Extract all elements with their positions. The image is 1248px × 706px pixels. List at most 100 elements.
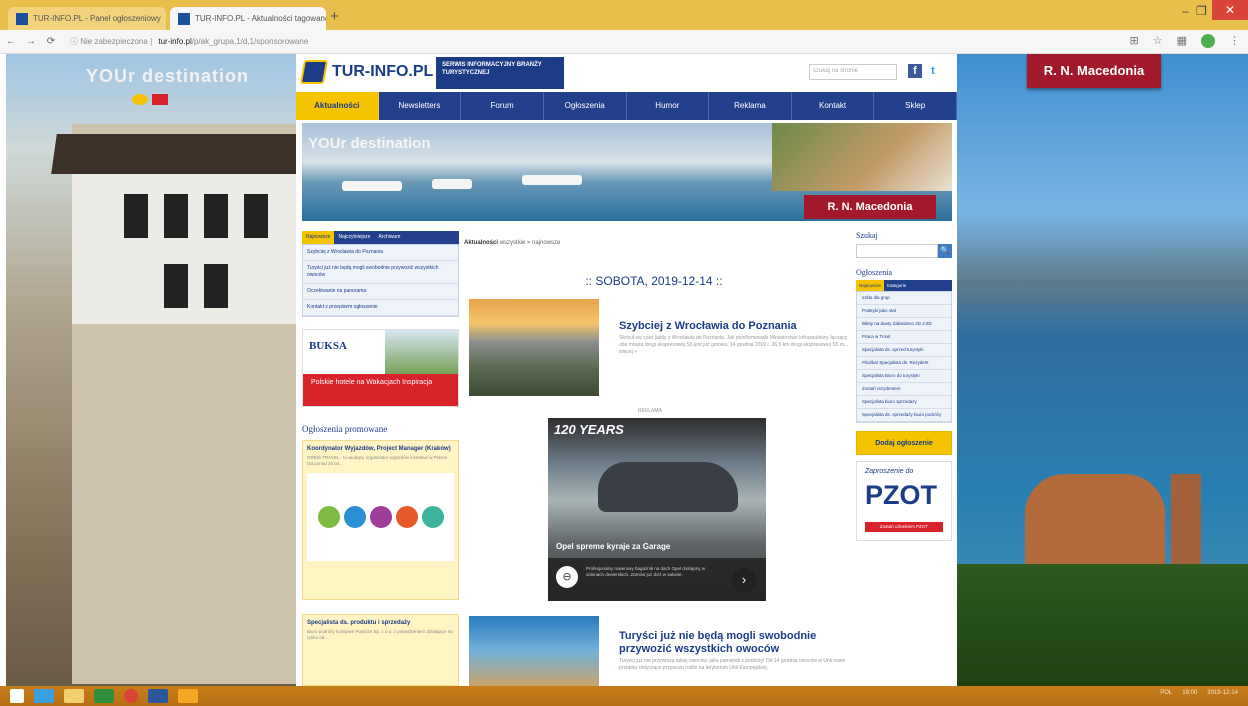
list-item[interactable]: Bilety na duety Żabiedeno 2D 2.5D (857, 318, 951, 331)
top-banner-ad[interactable]: YOUr destination R. N. Macedonia (302, 123, 952, 221)
tab-najnowsze[interactable]: Najnowsze (856, 280, 885, 291)
pzot-link[interactable]: Zostań członkiem PZOT (865, 522, 943, 532)
tab-najczytniejsze[interactable]: Najczytniejsze (334, 231, 374, 244)
browser-toolbar: ← → ⟳ ⓘ Nie zabezpieczona | tur-info.pl … (0, 30, 1248, 54)
ie-icon[interactable] (34, 689, 54, 703)
breadcrumb-rest[interactable]: wszystkie » najnowsze (500, 240, 561, 246)
opel-ad[interactable]: 120 YEARS Opel spreme kyraje za Garage ⊖… (548, 418, 766, 601)
list-item[interactable]: Pilot/ka/ Specjalista ds. Rezydent (857, 357, 951, 370)
twitter-icon[interactable]: t (926, 64, 940, 78)
menu-item-newsletters[interactable]: Newsletters (379, 92, 462, 120)
list-item[interactable]: szkło dla grup (857, 292, 951, 305)
menu-icon[interactable]: ⋮ (1229, 34, 1240, 48)
list-item[interactable]: Specjalista biuro sprzedaży (857, 396, 951, 409)
menu-item-aktualnosci[interactable]: Aktualności (296, 92, 379, 120)
menu-item-humor[interactable]: Humor (627, 92, 710, 120)
list-item[interactable]: Praktyki jako stał (857, 305, 951, 318)
side-search: 🔍 (856, 244, 952, 258)
reload-button[interactable]: ⟳ (42, 36, 60, 47)
list-item[interactable]: Kontakt z przepisem ogłoszenie (303, 300, 458, 316)
store-icon[interactable] (94, 689, 114, 703)
logo-circle-icon (395, 506, 418, 528)
menu-item-sklep[interactable]: Sklep (874, 92, 957, 120)
list-item[interactable]: Turyści już nie będą mogli swobodnie prz… (303, 261, 458, 284)
chrome-icon[interactable] (124, 689, 138, 703)
banner-destination-text: YOUr destination (308, 135, 431, 152)
side-search-input[interactable] (856, 244, 938, 258)
translate-icon[interactable]: ⊞ (1130, 34, 1139, 48)
word-icon[interactable] (148, 689, 168, 703)
macedonia-badge[interactable]: R. N. Macedonia (1027, 54, 1161, 88)
forward-button[interactable]: → (22, 36, 40, 47)
menu-item-kontakt[interactable]: Kontakt (792, 92, 875, 120)
arrow-right-icon[interactable]: › (732, 568, 756, 592)
back-button[interactable]: ← (2, 36, 20, 47)
job-title[interactable]: Koordynator Wyjazdów, Project Manager (K… (307, 445, 454, 453)
lang-indicator[interactable]: POL (1160, 690, 1172, 696)
buksa-ad[interactable]: BUKSA Polskie hotele na Wakacjach Inspir… (302, 329, 459, 407)
favicon-icon (178, 12, 190, 25)
tab-najnowsze[interactable]: Najnowsze (302, 231, 335, 244)
site-header: TUR-INFO.PL SERWIS INFORMACYJNY BRANŻY T… (296, 54, 957, 92)
article-image[interactable] (469, 616, 599, 686)
list-item[interactable]: Oczekiwanie na panorama (303, 284, 458, 300)
list-item[interactable]: Zostań rezydentem (857, 383, 951, 396)
boat-shape (522, 175, 582, 185)
job-logo (307, 473, 454, 561)
browser-tab[interactable]: TUR-INFO.PL - Panel ogłoszeniowy × (8, 7, 166, 30)
facebook-icon[interactable]: f (908, 64, 922, 78)
minimize-button[interactable]: – (1182, 4, 1189, 18)
article-image[interactable] (469, 299, 599, 396)
favicon-icon (16, 12, 28, 25)
close-tab-icon[interactable]: × (161, 14, 166, 23)
header-search-input[interactable]: szukaj na stronie (809, 64, 897, 80)
site-logo[interactable]: TUR-INFO.PL (299, 60, 433, 84)
pzot-ad[interactable]: Zaproszenie do PZOT Zostań członkiem PZO… (856, 461, 952, 541)
left-skin-ad[interactable]: YOUr destination (6, 54, 296, 686)
article-excerpt: Skrócił się czas jazdy z Wrocławia do Po… (619, 335, 849, 355)
clock-time[interactable]: 19:00 (1182, 690, 1197, 696)
breadcrumb-current[interactable]: Aktualności (464, 240, 498, 246)
article-title[interactable]: Turyści już nie będą mogli swobodnie prz… (619, 630, 849, 656)
list-item[interactable]: Specjalista ds. sprzed turystyki (857, 344, 951, 357)
article-title[interactable]: Szybciej z Wrocławia do Poznania (619, 320, 849, 333)
start-icon[interactable] (10, 689, 24, 703)
bookmark-star-icon[interactable]: ☆ (1153, 34, 1163, 48)
add-ad-button[interactable]: Dodaj ogłoszenie (856, 431, 952, 455)
search-icon[interactable]: 🔍 (938, 244, 952, 258)
menu-item-forum[interactable]: Forum (461, 92, 544, 120)
info-icon[interactable]: ⓘ (70, 36, 80, 47)
main-menu: Aktualności Newsletters Forum Ogłoszenia… (296, 92, 957, 120)
extensions-icon[interactable]: ▦ (1177, 34, 1187, 48)
browser-tab-active[interactable]: TUR-INFO.PL - Aktualności tagowane × (170, 7, 326, 30)
menu-item-ogloszenia[interactable]: Ogłoszenia (544, 92, 627, 120)
boat-shape (342, 181, 402, 191)
ad-small-text: Profesjonalny rowerowy bagażnik na dach … (586, 566, 706, 577)
list-item[interactable]: Specjalista Biuro do turystyki (857, 370, 951, 383)
job-card[interactable]: Specjalista ds. produktu i sprzedaży Biu… (302, 614, 459, 686)
list-item[interactable]: Praca w Trovit (857, 331, 951, 344)
trees-shape (957, 564, 1248, 686)
pzot-logo: PZOT (865, 480, 937, 510)
window-shape (204, 194, 228, 238)
job-card[interactable]: Koordynator Wyjazdów, Project Manager (K… (302, 440, 459, 600)
tab-kategorie[interactable]: Kategorie (884, 280, 909, 291)
profile-icon[interactable] (1201, 34, 1215, 48)
window-shape (164, 264, 188, 308)
menu-item-reklama[interactable]: Reklama (709, 92, 792, 120)
list-item[interactable]: Specjalista ds. sprzedaży biuro podróży (857, 409, 951, 422)
paint-icon[interactable] (178, 689, 198, 703)
explorer-icon[interactable] (64, 689, 84, 703)
clock-date[interactable]: 2019-12-14 (1207, 690, 1238, 696)
tab-archiwum[interactable]: Archiwum (374, 231, 404, 244)
logo-mark-icon (299, 60, 329, 84)
banner-badge[interactable]: R. N. Macedonia (804, 195, 936, 219)
list-item[interactable]: Szybciej z Wrocławia do Poznania (303, 245, 458, 261)
maximize-button[interactable]: ❐ (1196, 4, 1207, 18)
job-text: Biuro podróży Kolejowe Podróże Sp. z o.o… (307, 629, 453, 640)
close-window-button[interactable]: ✕ (1212, 0, 1248, 20)
address-bar[interactable]: ⓘ Nie zabezpieczona | tur-info.pl /p/ak_… (70, 36, 308, 47)
new-tab-button[interactable]: + (330, 8, 339, 25)
job-title[interactable]: Specjalista ds. produktu i sprzedaży (307, 619, 454, 627)
right-skin-ad[interactable]: R. N. Macedonia (957, 54, 1248, 686)
